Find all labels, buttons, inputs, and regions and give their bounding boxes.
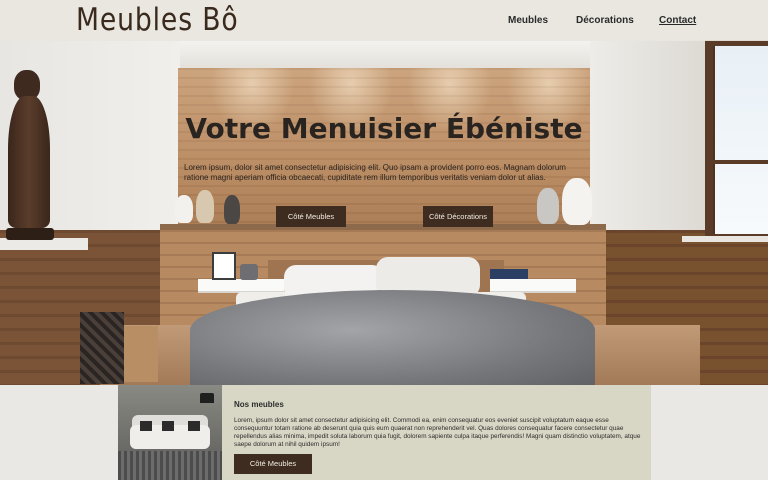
nightstand-right bbox=[490, 279, 576, 293]
shopping-bag bbox=[80, 312, 124, 384]
nightstand-left bbox=[198, 279, 284, 293]
shelf bbox=[160, 224, 606, 230]
photo-frame bbox=[212, 252, 236, 280]
hero-description: Lorem ipsum, dolor sit amet consectetur … bbox=[184, 163, 566, 182]
cote-decorations-button[interactable]: Côté Décorations bbox=[423, 206, 493, 227]
nav-link-meubles[interactable]: Meubles bbox=[508, 15, 548, 26]
vase bbox=[175, 195, 193, 223]
rug bbox=[118, 451, 222, 480]
vase bbox=[196, 190, 214, 223]
window-bar bbox=[713, 160, 768, 164]
vase bbox=[224, 195, 240, 224]
cote-meubles-button[interactable]: Côté Meubles bbox=[276, 206, 346, 227]
section-description: Lorem, ipsum dolor sit amet consectetur … bbox=[234, 417, 641, 448]
living-room-image bbox=[118, 385, 222, 480]
nav-link-decorations[interactable]: Décorations bbox=[576, 15, 634, 26]
blanket bbox=[190, 290, 595, 385]
books bbox=[490, 269, 528, 279]
lamp bbox=[200, 393, 214, 403]
vase bbox=[562, 178, 592, 225]
site-header: Meubles Bô Meubles Décorations Contact bbox=[0, 0, 768, 41]
shopping-bag bbox=[124, 326, 158, 382]
clock bbox=[240, 264, 258, 280]
section-title: Nos meubles bbox=[234, 400, 284, 409]
cushion bbox=[188, 421, 200, 431]
statue-base bbox=[6, 228, 54, 240]
cushion bbox=[162, 421, 174, 431]
vase bbox=[537, 188, 559, 224]
hero-title: Votre Menuisier Ébéniste bbox=[185, 112, 583, 145]
hero-background-image bbox=[0, 0, 768, 385]
site-logo[interactable]: Meubles Bô bbox=[76, 2, 239, 38]
section-cote-meubles-button[interactable]: Côté Meubles bbox=[234, 454, 312, 474]
nav-link-contact[interactable]: Contact bbox=[659, 15, 696, 26]
cushion bbox=[140, 421, 152, 431]
window-sill bbox=[682, 236, 768, 242]
